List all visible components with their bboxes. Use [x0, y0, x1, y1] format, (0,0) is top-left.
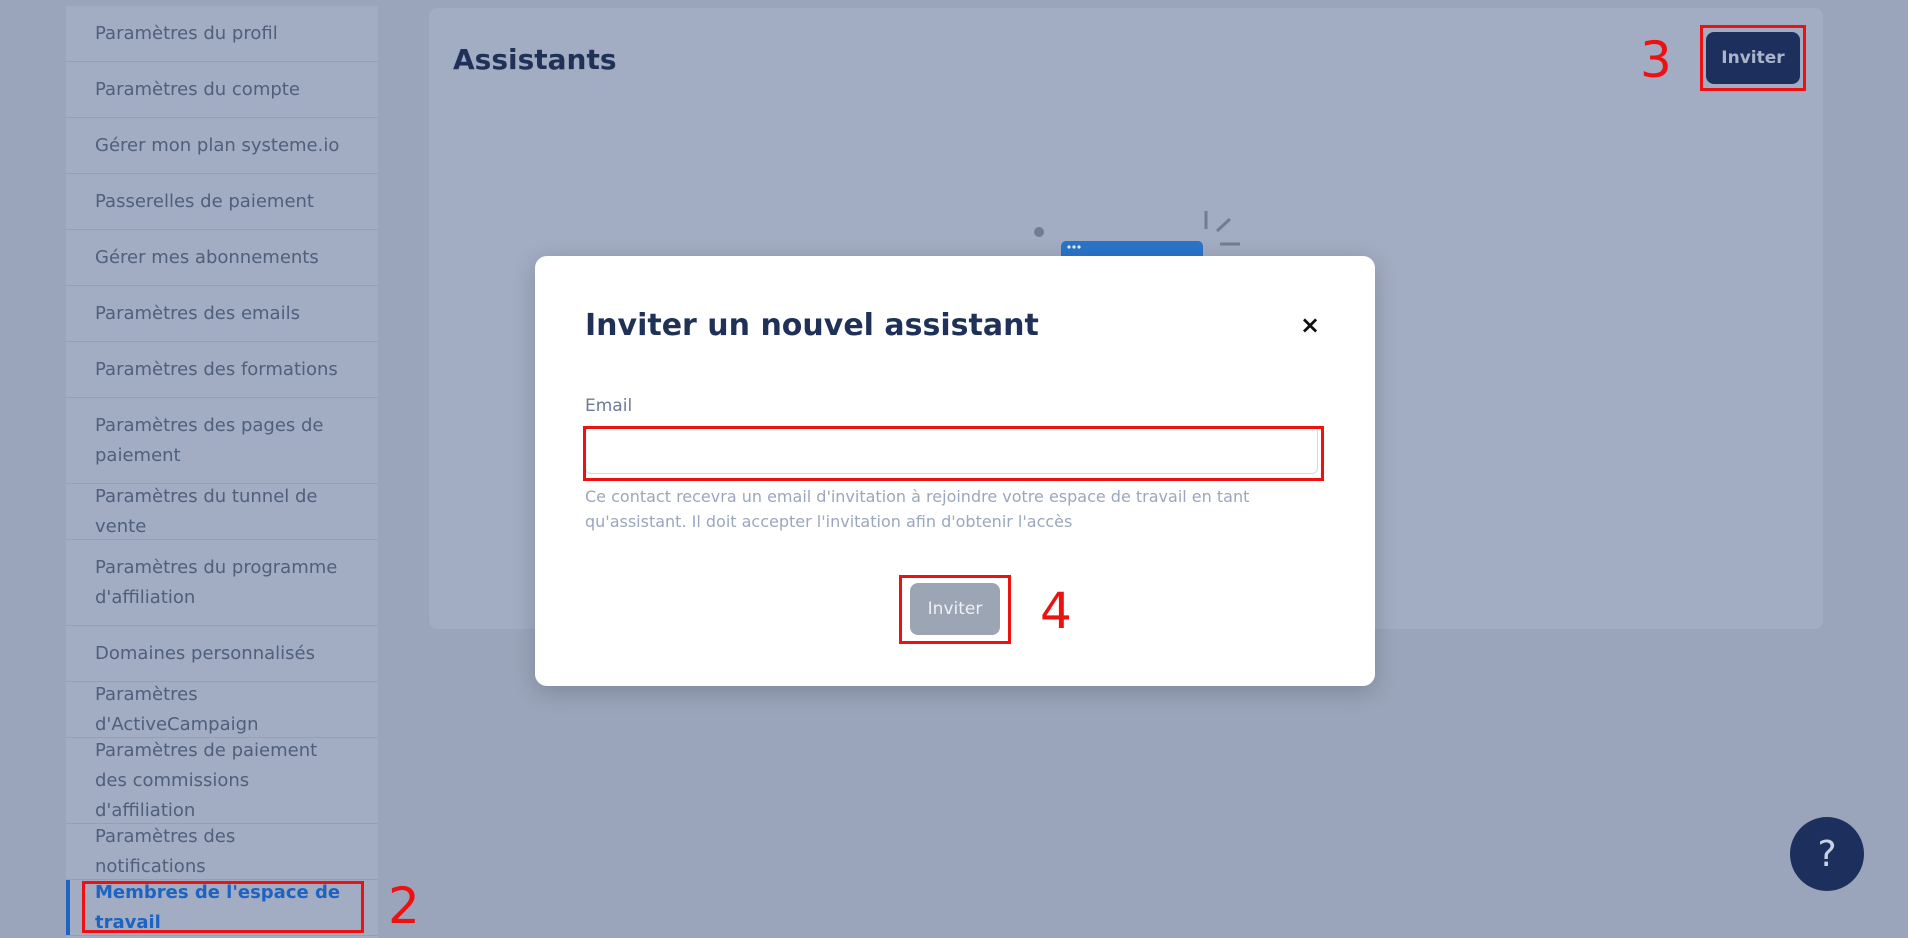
sidebar-item-label: Paramètres des pages de paiement [95, 414, 324, 466]
sidebar-item-label: Gérer mon plan systeme.io [95, 134, 340, 156]
sidebar-item-label: Passerelles de paiement [95, 190, 314, 212]
sidebar-item-payment-pages[interactable]: Paramètres des pages de paiement [66, 398, 378, 484]
sidebar-item-notifications[interactable]: Paramètres des notifications [66, 824, 378, 880]
sidebar-item-label: Domaines personnalisés [95, 642, 315, 664]
sidebar-item-label: Paramètres des formations [95, 358, 338, 380]
email-label: Email [585, 396, 633, 416]
sidebar-item-emails[interactable]: Paramètres des emails [66, 286, 378, 342]
sidebar-item-activecampaign[interactable]: Paramètres d'ActiveCampaign [66, 682, 378, 738]
sidebar-item-profile[interactable]: Paramètres du profil [66, 6, 378, 62]
email-help-text: Ce contact recevra un email d'invitation… [585, 487, 1250, 531]
sidebar-item-label: Paramètres de paiement des commissions d… [95, 739, 318, 821]
sidebar-item-affiliate-commissions[interactable]: Paramètres de paiement des commissions d… [66, 738, 378, 824]
sidebar-item-subscriptions[interactable]: Gérer mes abonnements [66, 230, 378, 286]
page-title: Assistants [453, 43, 617, 76]
modal-invite-button[interactable]: Inviter [910, 583, 1000, 635]
invite-assistant-modal: Inviter un nouvel assistant × Email Ce c… [535, 256, 1375, 686]
sidebar-item-account[interactable]: Paramètres du compte [66, 62, 378, 118]
question-icon: ? [1817, 833, 1837, 875]
sidebar-item-workspace-members[interactable]: Membres de l'espace de travail [66, 880, 378, 936]
sidebar-item-label: Paramètres du profil [95, 22, 278, 44]
sidebar-item-label: Gérer mes abonnements [95, 246, 319, 268]
sidebar-item-sales-funnel[interactable]: Paramètres du tunnel de vente [66, 484, 378, 540]
settings-sidebar: Paramètres du profil Paramètres du compt… [66, 6, 378, 938]
sidebar-item-affiliate-program[interactable]: Paramètres du programme d'affiliation [66, 540, 378, 626]
sidebar-item-label: Paramètres du compte [95, 78, 300, 100]
sidebar-item-payment-gateways[interactable]: Passerelles de paiement [66, 174, 378, 230]
sidebar-item-label: Paramètres du programme d'affiliation [95, 556, 338, 608]
annotation-number-3: 3 [1640, 31, 1672, 89]
sidebar-item-courses[interactable]: Paramètres des formations [66, 342, 378, 398]
email-field[interactable] [585, 426, 1318, 474]
sidebar-item-label: Paramètres des notifications [95, 825, 236, 877]
annotation-number-4: 4 [1040, 582, 1072, 640]
sidebar-item-plan[interactable]: Gérer mon plan systeme.io [66, 118, 378, 174]
sidebar-item-label: Paramètres des emails [95, 302, 300, 324]
sidebar-item-label: Paramètres du tunnel de vente [95, 485, 318, 537]
invite-button[interactable]: Inviter [1706, 32, 1800, 84]
help-button[interactable]: ? [1790, 817, 1864, 891]
modal-title: Inviter un nouvel assistant [585, 308, 1039, 343]
annotation-number-2: 2 [388, 877, 420, 935]
sidebar-item-label: Membres de l'espace de travail [95, 881, 341, 933]
sidebar-item-label: Paramètres d'ActiveCampaign [95, 683, 259, 735]
close-icon[interactable]: × [1295, 310, 1325, 340]
sidebar-item-custom-domains[interactable]: Domaines personnalisés [66, 626, 378, 682]
